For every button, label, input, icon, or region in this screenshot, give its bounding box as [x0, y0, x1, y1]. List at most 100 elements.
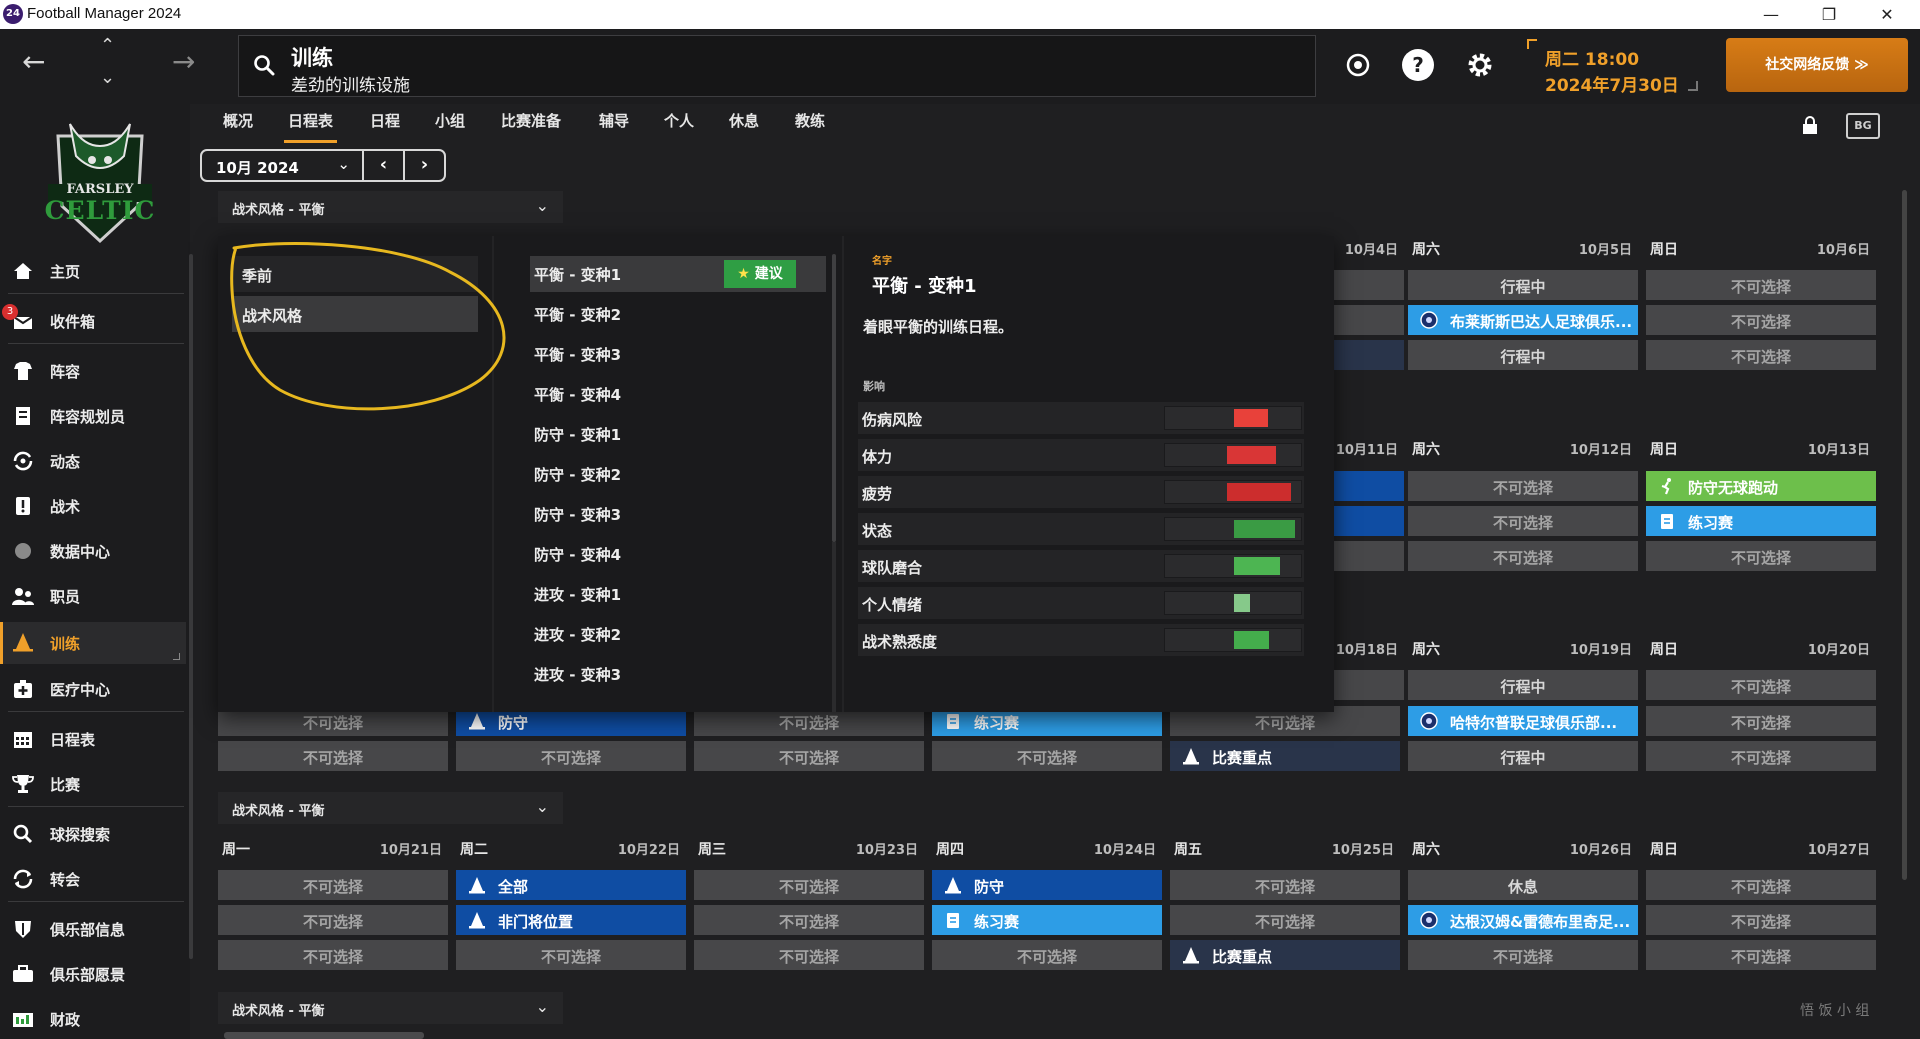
sidebar-item-club-vision[interactable]: 俱乐部愿景 [0, 955, 186, 993]
training-session-cell[interactable]: 不可选择 [1170, 870, 1400, 900]
tab-units[interactable]: 小组 [435, 110, 465, 131]
schedule-option[interactable]: 进攻 - 变种2 [530, 616, 826, 652]
training-session-cell[interactable]: 行程中 [1408, 670, 1638, 700]
training-session-cell[interactable]: 行程中 [1408, 340, 1638, 370]
sidebar-item-training[interactable]: 训练 [0, 622, 186, 664]
sidebar-item-competitions[interactable]: 比赛 [0, 765, 186, 803]
up-chevron-icon[interactable]: ⌃ [100, 35, 115, 56]
sidebar-item-scouting[interactable]: 球探搜索 [0, 815, 186, 853]
week-style-strip[interactable]: 战术风格 - 平衡 ⌄ [218, 191, 563, 223]
assistant-icon[interactable] [1342, 49, 1374, 81]
schedule-option[interactable]: 平衡 - 变种1 ★ 建议 [530, 256, 826, 292]
training-session-cell[interactable] [1334, 506, 1404, 536]
schedule-option[interactable]: 平衡 - 变种4 [530, 376, 826, 412]
training-session-cell[interactable] [1334, 670, 1404, 700]
training-session-cell[interactable]: 防守无球跑动 [1646, 471, 1876, 501]
training-session-cell[interactable]: 不可选择 [932, 940, 1162, 970]
category-preseason[interactable]: 季前 [232, 256, 478, 292]
month-select[interactable]: 10月 2024 ⌄ [200, 149, 364, 182]
tab-rest[interactable]: 休息 [729, 110, 759, 131]
schedule-option[interactable]: 进攻 - 变种3 [530, 656, 826, 692]
training-session-cell[interactable]: 不可选择 [694, 870, 924, 900]
training-session-cell[interactable]: 不可选择 [218, 905, 448, 935]
training-session-cell[interactable]: 全部 [456, 870, 686, 900]
sidebar-item-schedule[interactable]: 日程表 [0, 720, 186, 758]
sidebar-item-squad-planner[interactable]: 阵容规划员 [0, 397, 186, 435]
schedule-option[interactable]: 防守 - 变种1 [530, 416, 826, 452]
training-session-cell[interactable]: 不可选择 [456, 940, 686, 970]
tab-coaches[interactable]: 教练 [795, 110, 825, 131]
sidebar-item-dynamics[interactable]: 动态 [0, 442, 186, 480]
sidebar-item-medical[interactable]: 医疗中心 [0, 670, 186, 708]
training-session-cell[interactable]: 行程中 [1408, 270, 1638, 300]
restore-button[interactable]: ❐ [1806, 2, 1852, 28]
schedule-option[interactable]: 防守 - 变种2 [530, 456, 826, 492]
training-session-cell[interactable]: 不可选择 [1646, 905, 1876, 935]
back-arrow-icon[interactable]: ← [22, 45, 45, 78]
training-session-cell[interactable]: 防守 [932, 870, 1162, 900]
lock-icon[interactable] [1802, 116, 1818, 134]
training-session-cell[interactable]: 比赛重点 [1170, 940, 1400, 970]
training-session-cell[interactable]: 不可选择 [1408, 471, 1638, 501]
sidebar-scrollbar[interactable] [189, 254, 193, 959]
sidebar-item-data-hub[interactable]: 数据中心 [0, 532, 186, 570]
prev-month-button[interactable]: ‹ [362, 149, 405, 182]
tab-mentoring[interactable]: 辅导 [599, 110, 629, 131]
training-session-cell[interactable]: 哈特尔普联足球俱乐部... [1408, 706, 1638, 736]
schedule-option[interactable]: 防守 - 变种3 [530, 496, 826, 532]
training-session-cell[interactable]: 不可选择 [218, 940, 448, 970]
training-session-cell[interactable]: 不可选择 [456, 741, 686, 771]
main-scrollbar[interactable] [1902, 190, 1907, 880]
sidebar-item-home[interactable]: 主页 [0, 252, 186, 290]
training-session-cell[interactable]: 非门将位置 [456, 905, 686, 935]
options-scrollbar[interactable] [832, 254, 836, 542]
settings-gear-icon[interactable] [1464, 49, 1496, 81]
sidebar-item-club-info[interactable]: 俱乐部信息 [0, 910, 186, 948]
down-chevron-icon[interactable]: ⌄ [100, 67, 115, 88]
minimize-button[interactable]: — [1748, 2, 1794, 28]
category-tactical-style[interactable]: 战术风格 [232, 296, 478, 332]
week-style-strip[interactable]: 战术风格 - 平衡 ⌄ [218, 992, 563, 1024]
next-month-button[interactable]: › [403, 149, 446, 182]
training-session-cell[interactable]: 不可选择 [694, 741, 924, 771]
training-session-cell[interactable]: 不可选择 [1646, 940, 1876, 970]
training-session-cell[interactable]: 不可选择 [1646, 670, 1876, 700]
training-session-cell[interactable]: 行程中 [1408, 741, 1638, 771]
schedule-option[interactable]: 平衡 - 变种2 [530, 296, 826, 332]
training-session-cell[interactable]: 不可选择 [1646, 270, 1876, 300]
training-session-cell[interactable]: 不可选择 [1408, 940, 1638, 970]
training-session-cell[interactable]: 不可选择 [1646, 305, 1876, 335]
training-session-cell[interactable]: 练习赛 [1646, 506, 1876, 536]
search-box[interactable]: 训练 差劲的训练设施 [238, 35, 1316, 97]
week-style-strip[interactable]: 战术风格 - 平衡 ⌄ [218, 792, 563, 824]
training-session-cell[interactable]: 不可选择 [218, 870, 448, 900]
training-session-cell[interactable] [1334, 340, 1404, 370]
training-session-cell[interactable]: 不可选择 [1408, 506, 1638, 536]
schedule-option[interactable]: 防守 - 变种4 [530, 536, 826, 572]
training-session-cell[interactable] [1334, 305, 1404, 335]
training-session-cell[interactable]: 练习赛 [932, 905, 1162, 935]
sidebar-item-squad[interactable]: 阵容 [0, 352, 186, 390]
training-session-cell[interactable]: 不可选择 [932, 741, 1162, 771]
sidebar-item-transfers[interactable]: 转会 [0, 860, 186, 898]
sidebar-item-inbox[interactable]: 3 收件箱 [0, 302, 186, 340]
tab-individual[interactable]: 个人 [664, 110, 694, 131]
training-session-cell[interactable]: 不可选择 [218, 741, 448, 771]
training-session-cell[interactable]: 休息 [1408, 870, 1638, 900]
tab-overview[interactable]: 概况 [223, 110, 253, 131]
help-icon[interactable]: ? [1402, 49, 1434, 81]
social-feedback-button[interactable]: 社交网络反馈 ≫ [1726, 38, 1908, 92]
tab-calendar[interactable]: 日程表 [283, 110, 338, 143]
horizontal-scrollbar[interactable] [224, 1032, 424, 1039]
training-session-cell[interactable] [1334, 270, 1404, 300]
sidebar-item-tactics[interactable]: 战术 [0, 487, 186, 525]
training-session-cell[interactable]: 不可选择 [1646, 870, 1876, 900]
sidebar-item-finances[interactable]: 财政 [0, 1000, 186, 1038]
club-crest[interactable]: FARSLEY CELTIC [40, 116, 160, 251]
training-session-cell[interactable]: 布莱斯斯巴达人足球俱乐... [1408, 305, 1638, 335]
tab-schedules[interactable]: 日程 [370, 110, 400, 131]
training-session-cell[interactable]: 比赛重点 [1170, 741, 1400, 771]
schedule-option[interactable]: 进攻 - 变种1 [530, 576, 826, 612]
training-session-cell[interactable]: 不可选择 [1646, 340, 1876, 370]
training-session-cell[interactable]: 不可选择 [1646, 541, 1876, 571]
